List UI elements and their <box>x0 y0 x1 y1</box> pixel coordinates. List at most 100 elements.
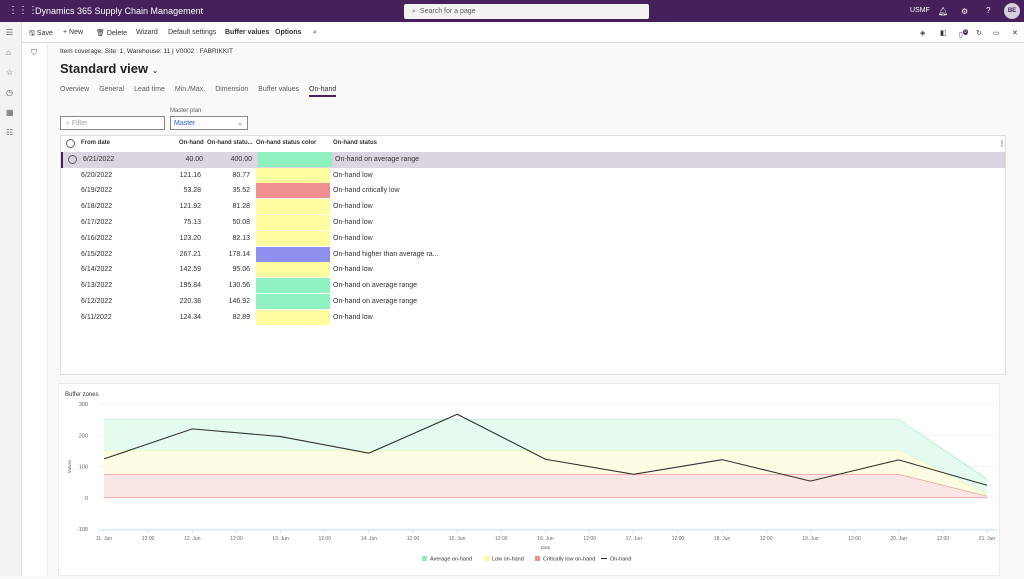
bell-icon[interactable]: 🔔︎ <box>938 7 948 16</box>
table-row[interactable]: 6/19/2022 53.28 35.52 On-hand critically… <box>61 183 1005 199</box>
tab-buffer-values[interactable]: Buffer values <box>258 86 299 97</box>
search-icon[interactable]: ⌕ <box>313 29 317 37</box>
tab-min-max-[interactable]: Min./Max. <box>175 86 205 97</box>
tab-lead-time[interactable]: Lead time <box>134 86 165 97</box>
cell-status-pct: 80.77 <box>216 172 250 179</box>
buffer-values-button[interactable]: Buffer values <box>225 29 269 36</box>
status-color-swatch <box>258 152 332 167</box>
avatar[interactable]: BE <box>1004 3 1020 19</box>
search-placeholder: Search for a page <box>420 8 476 15</box>
delete-button[interactable]: 🗑︎ Delete <box>96 29 127 37</box>
cell-date: 6/15/2022 <box>81 251 112 258</box>
office-icon[interactable]: ◧ <box>940 29 947 37</box>
x-tick-label: 15. Jun <box>449 536 466 542</box>
col-on-hand[interactable]: On-hand <box>179 140 204 146</box>
cell-status: On-hand on average range <box>333 282 417 289</box>
table-row[interactable]: 6/13/2022 195.84 130.56 On-hand on avera… <box>61 278 1005 294</box>
col-status-color[interactable]: On-hand status color <box>256 140 316 146</box>
diamond-icon[interactable]: ◈ <box>920 29 925 37</box>
cell-status-pct: 35.52 <box>216 187 250 194</box>
filter-icon[interactable]: ⛉ <box>31 48 37 58</box>
table-row[interactable]: 6/11/2022 124.34 82.89 On-hand low <box>61 310 1005 326</box>
help-icon[interactable]: ? <box>986 6 990 15</box>
cell-date: 6/13/2022 <box>81 282 112 289</box>
cell-status-pct: 81.28 <box>216 203 250 210</box>
x-tick-label: 14. Jun <box>361 536 378 542</box>
table-row[interactable]: 6/12/2022 220.38 146.92 On-hand on avera… <box>61 294 1005 310</box>
default-settings-button[interactable]: Default settings <box>168 29 216 36</box>
cell-status: On-hand low <box>333 219 373 226</box>
cell-date: 6/14/2022 <box>81 266 112 273</box>
home-icon[interactable]: ⌂ <box>6 48 11 57</box>
col-from-date[interactable]: From date <box>81 140 110 146</box>
cell-date: 6/21/2022 <box>83 156 114 163</box>
x-tick-label: 12:00 <box>142 536 155 542</box>
top-bar: ⋮⋮⋮ Dynamics 365 Supply Chain Management… <box>0 0 1024 22</box>
cell-status-pct: 400.00 <box>218 156 252 163</box>
options-button[interactable]: Options <box>275 29 301 36</box>
modules-icon[interactable]: ☷ <box>6 128 13 137</box>
master-plan-select[interactable]: Master⌄ <box>170 116 248 130</box>
table-row[interactable]: 6/14/2022 142.59 95.06 On-hand low <box>61 262 1005 278</box>
zone-critically-low-on-hand <box>104 474 987 497</box>
col-on-hand-status-pct[interactable]: On-hand statu... <box>207 140 253 146</box>
page-title[interactable]: Standard view ⌄ <box>60 61 158 76</box>
cell-on-hand: 195.84 <box>171 282 201 289</box>
chart-title: Buffer zones <box>65 392 99 398</box>
cell-status: On-hand critically low <box>333 187 400 194</box>
cell-date: 6/11/2022 <box>81 314 112 321</box>
tab-general[interactable]: General <box>99 86 124 97</box>
hamburger-icon[interactable]: ☰ <box>6 28 13 37</box>
star-icon[interactable]: ☆ <box>6 68 13 77</box>
cell-date: 6/18/2022 <box>81 203 112 210</box>
view-name: Standard view <box>60 61 148 76</box>
y-tick-label: 300 <box>79 402 88 408</box>
x-tick-label: 17. Jun <box>626 536 643 542</box>
table-row[interactable]: 6/18/2022 121.92 81.28 On-hand low <box>61 199 1005 215</box>
row-select-radio[interactable] <box>68 155 77 164</box>
column-options-icon[interactable]: ⋮ <box>999 140 1005 147</box>
x-tick-label: 16. Jun <box>537 536 554 542</box>
status-color-swatch <box>256 231 330 246</box>
cell-status-pct: 95.06 <box>216 266 250 273</box>
wizard-button[interactable]: Wizard <box>136 29 158 36</box>
refresh-icon[interactable]: ↻ <box>976 29 982 37</box>
cell-on-hand: 121.16 <box>171 172 201 179</box>
app-launcher-icon[interactable]: ⋮⋮⋮ <box>8 5 38 16</box>
tab-on-hand[interactable]: On-hand <box>309 86 336 97</box>
close-icon[interactable]: ✕ <box>1012 29 1018 37</box>
status-color-swatch <box>256 310 330 325</box>
save-button[interactable]: 🖫 Save <box>29 29 53 40</box>
legend-item: On-hand <box>610 557 631 563</box>
new-button[interactable]: + New <box>63 29 83 36</box>
messages-icon[interactable]: ▯0 <box>959 29 968 38</box>
breadcrumb: Item coverage, Site: 1, Warehouse: 11 | … <box>60 48 233 55</box>
notification-badge: 0 <box>963 29 968 35</box>
table-row[interactable]: 6/16/2022 123.20 82.13 On-hand low <box>61 231 1005 247</box>
tab-overview[interactable]: Overview <box>60 86 89 97</box>
x-tick-label: 12:00 <box>318 536 331 542</box>
tab-dimension[interactable]: Dimension <box>215 86 248 97</box>
table-row[interactable]: 6/20/2022 121.16 80.77 On-hand low <box>61 168 1005 184</box>
status-color-swatch <box>256 278 330 293</box>
x-tick-label: 12:00 <box>937 536 950 542</box>
grid-header: From date On-hand On-hand statu... On-ha… <box>61 136 1005 152</box>
cell-status: On-hand low <box>333 235 373 242</box>
select-all-radio[interactable] <box>66 139 75 148</box>
x-tick-label: 18. Jun <box>714 536 731 542</box>
clock-icon[interactable]: ◷ <box>6 88 13 97</box>
chevron-down-icon: ⌄ <box>152 66 159 75</box>
x-tick-label: 12:00 <box>760 536 773 542</box>
search-input[interactable]: ⌕Search for a page <box>404 4 649 19</box>
filter-input[interactable]: ⌕ Filter <box>60 116 165 130</box>
legend-item: Low on-hand <box>492 557 524 563</box>
workspaces-icon[interactable]: ▦ <box>6 108 14 117</box>
table-row[interactable]: 6/21/2022 40.00 400.00 On-hand on averag… <box>61 152 1005 168</box>
col-status[interactable]: On-hand status <box>333 140 377 146</box>
y-tick-label: 0 <box>85 496 88 502</box>
gear-icon[interactable]: ⚙ <box>961 7 968 16</box>
table-row[interactable]: 6/17/2022 75.13 50.08 On-hand low <box>61 215 1005 231</box>
popout-icon[interactable]: ▭ <box>993 29 1000 37</box>
table-row[interactable]: 6/15/2022 267.21 178.14 On-hand higher t… <box>61 247 1005 263</box>
company-picker[interactable]: USMF <box>910 7 930 14</box>
